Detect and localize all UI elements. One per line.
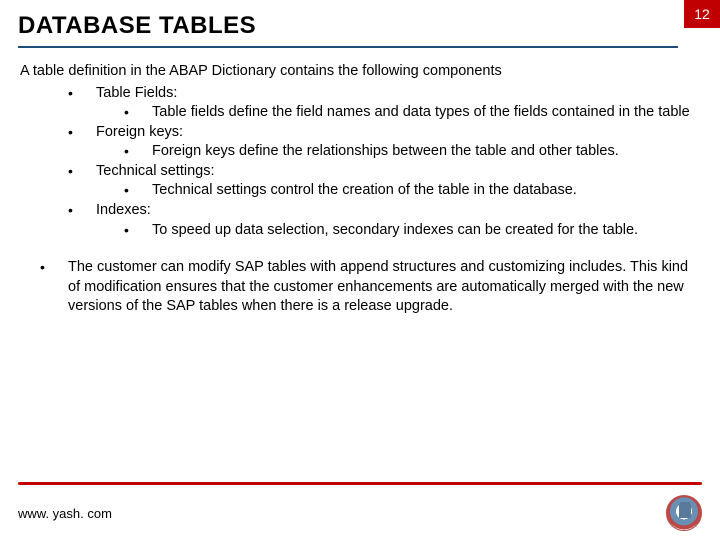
list-item: Foreign keys: Foreign keys define the re… — [68, 123, 700, 162]
slide-body: A table definition in the ABAP Dictionar… — [0, 48, 720, 317]
note-list: The customer can modify SAP tables with … — [20, 258, 700, 317]
slide-footer: www. yash. com — [0, 482, 720, 540]
company-logo-icon — [666, 495, 702, 531]
note-text: The customer can modify SAP tables with … — [40, 258, 700, 317]
list-item: Indexes: To speed up data selection, sec… — [68, 201, 700, 240]
component-detail: Technical settings control the creation … — [124, 181, 700, 201]
intro-text: A table definition in the ABAP Dictionar… — [20, 62, 700, 82]
page-number-badge: 12 — [684, 0, 720, 28]
slide-title: DATABASE TABLES — [18, 12, 684, 40]
component-label: Technical settings: — [96, 163, 214, 179]
component-detail: Foreign keys define the relationships be… — [124, 142, 700, 162]
component-label: Indexes: — [96, 202, 151, 218]
components-list: Table Fields: Table fields define the fi… — [20, 84, 700, 241]
component-label: Table Fields: — [96, 85, 177, 101]
footer-url: www. yash. com — [18, 506, 112, 521]
list-item: Technical settings: Technical settings c… — [68, 162, 700, 201]
list-item: Table Fields: Table fields define the fi… — [68, 84, 700, 123]
component-detail: Table fields define the field names and … — [124, 103, 700, 123]
component-detail: To speed up data selection, secondary in… — [124, 221, 700, 241]
component-label: Foreign keys: — [96, 124, 183, 140]
